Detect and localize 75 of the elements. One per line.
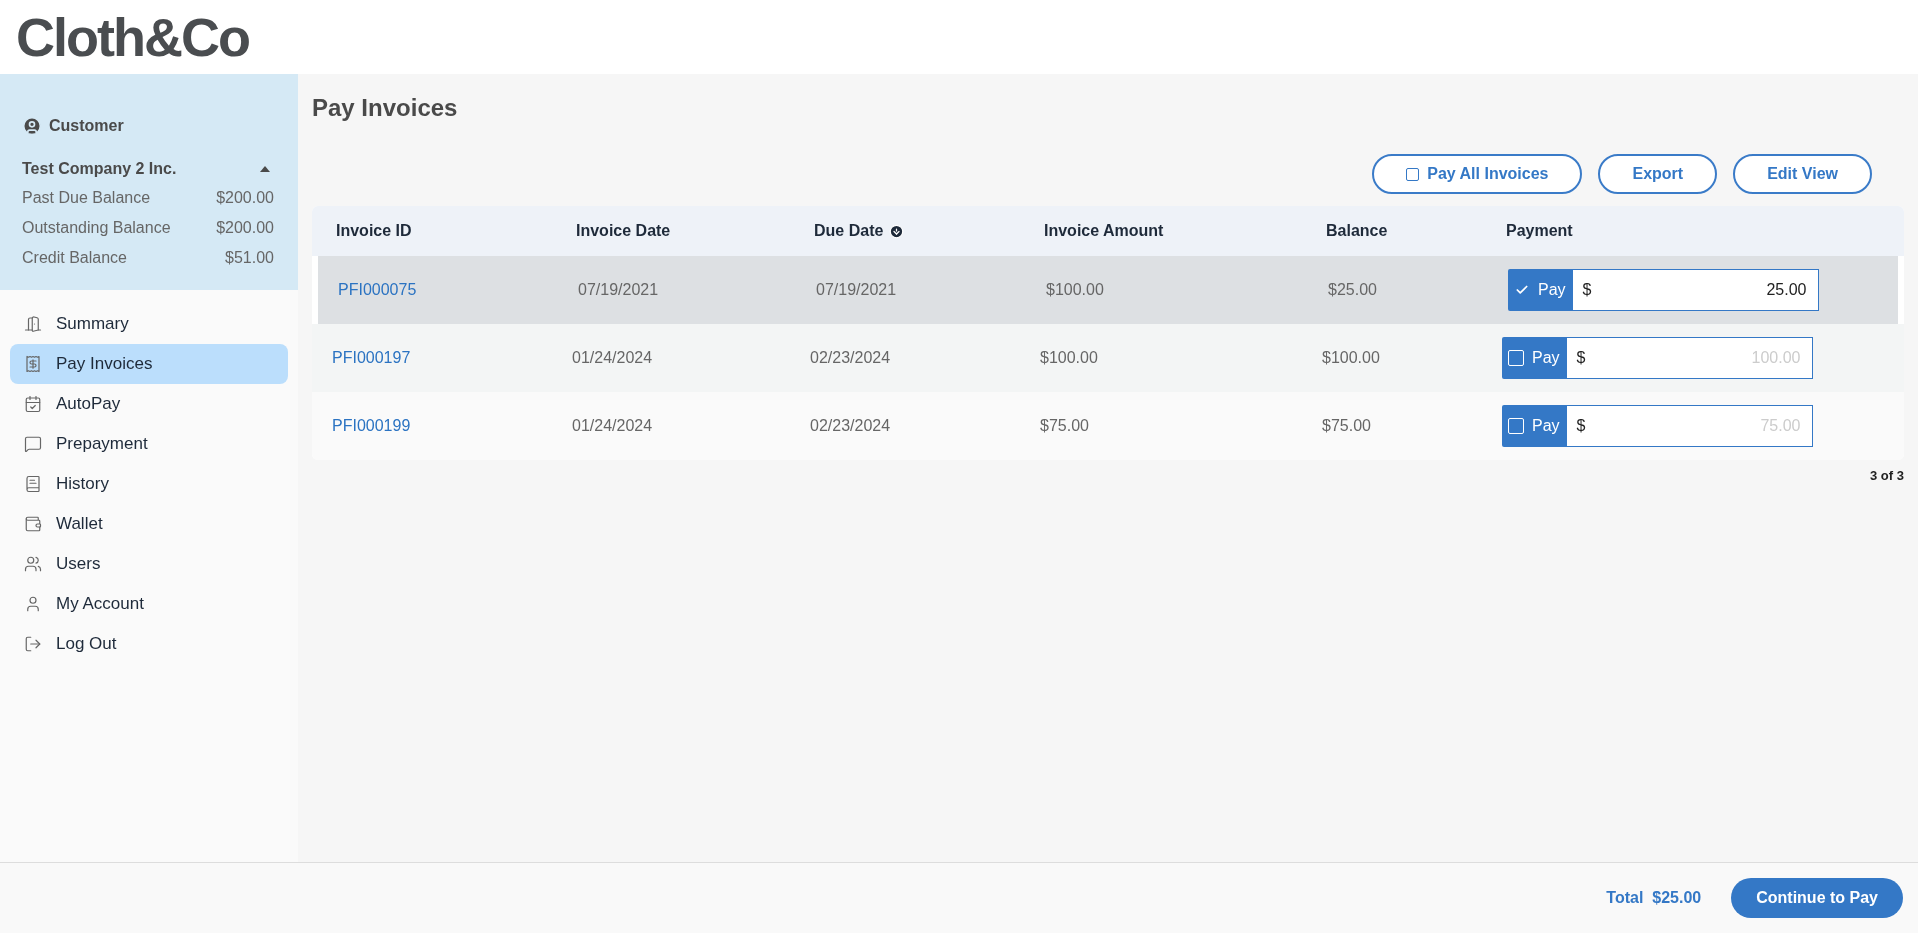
invoice-link[interactable]: PFI000197: [332, 349, 411, 366]
nav-label: Prepayment: [56, 434, 148, 454]
nav-item[interactable]: Users: [10, 544, 288, 584]
amount-field[interactable]: $ 25.00: [1571, 269, 1820, 311]
currency-sign: $: [1576, 417, 1586, 435]
table-cell: 02/23/2024: [810, 349, 891, 366]
column-header[interactable]: Due Date: [814, 222, 884, 240]
table-cell: 01/24/2024: [572, 349, 653, 366]
nav-item[interactable]: Summary: [10, 304, 288, 344]
table-cell: $75.00: [1322, 417, 1371, 434]
receipt-icon: [24, 355, 42, 373]
nav-label: Log Out: [56, 634, 117, 654]
collapse-caret-icon[interactable]: [260, 166, 270, 172]
users-icon: [24, 555, 42, 573]
currency-sign: $: [1576, 349, 1586, 367]
balance-label: Outstanding Balance: [22, 218, 171, 238]
row-count: 3 of 3: [1870, 468, 1904, 483]
nav-label: Wallet: [56, 514, 103, 534]
column-header[interactable]: Invoice ID: [336, 222, 412, 240]
sort-down-icon[interactable]: [889, 223, 905, 239]
wallet-icon: [24, 515, 42, 533]
pay-toggle[interactable]: Pay: [1502, 337, 1566, 379]
column-header[interactable]: Invoice Amount: [1044, 222, 1164, 240]
logo: Cloth&Co: [16, 6, 249, 68]
table-cell: 02/23/2024: [810, 417, 891, 434]
nav-label: Summary: [56, 314, 129, 334]
pay-toggle[interactable]: Pay: [1508, 269, 1572, 311]
table-cell: $100.00: [1046, 281, 1104, 298]
amount-input[interactable]: 25.00: [1597, 280, 1809, 300]
nav-label: History: [56, 474, 109, 494]
user-circle-icon: [22, 116, 42, 136]
book-icon: [24, 475, 42, 493]
column-header[interactable]: Balance: [1326, 222, 1388, 240]
nav-item[interactable]: My Account: [10, 584, 288, 624]
table-cell: 07/19/2021: [578, 281, 659, 298]
balance-value: $200.00: [216, 188, 274, 208]
nav-item[interactable]: Log Out: [10, 624, 288, 664]
table-cell: 01/24/2024: [572, 417, 653, 434]
nav-item[interactable]: AutoPay: [10, 384, 288, 424]
nav-label: Users: [56, 554, 101, 574]
column-header[interactable]: Payment: [1506, 222, 1573, 240]
table-cell: $100.00: [1322, 349, 1380, 366]
pay-all-button[interactable]: Pay All Invoices: [1372, 154, 1583, 194]
table-cell: 07/19/2021: [816, 281, 897, 298]
pay-toggle[interactable]: Pay: [1502, 405, 1566, 447]
door-icon: [24, 315, 42, 333]
invoice-link[interactable]: PFI000199: [332, 417, 411, 434]
nav-item[interactable]: Wallet: [10, 504, 288, 544]
column-header[interactable]: Invoice Date: [576, 222, 671, 240]
chat-bubble-icon: [24, 435, 42, 453]
currency-sign: $: [1582, 281, 1592, 299]
nav-item[interactable]: History: [10, 464, 288, 504]
table-cell: $75.00: [1040, 417, 1089, 434]
action-button[interactable]: Edit View: [1733, 154, 1872, 194]
nav-item[interactable]: Pay Invoices: [10, 344, 288, 384]
table-cell: $100.00: [1040, 349, 1098, 366]
continue-button[interactable]: Continue to Pay: [1731, 878, 1903, 918]
balance-value: $200.00: [216, 218, 274, 238]
balance-label: Credit Balance: [22, 248, 127, 268]
balance-value: $51.00: [225, 248, 274, 268]
nav-label: AutoPay: [56, 394, 121, 414]
nav-label: Pay Invoices: [56, 354, 153, 374]
nav-label: My Account: [56, 594, 144, 614]
customer-label: Customer: [49, 117, 124, 135]
calendar-check-icon: [24, 395, 42, 413]
company-name: Test Company 2 Inc.: [22, 160, 177, 178]
invoice-link[interactable]: PFI000075: [338, 281, 417, 298]
balance-label: Past Due Balance: [22, 188, 151, 208]
user-icon: [24, 595, 42, 613]
action-button[interactable]: Export: [1598, 154, 1718, 194]
nav-item[interactable]: Prepayment: [10, 424, 288, 464]
total-amount: Total $25.00: [1606, 889, 1702, 907]
table-cell: $25.00: [1328, 281, 1377, 298]
page-title: Pay Invoices: [312, 94, 459, 122]
logout-icon: [24, 635, 42, 653]
